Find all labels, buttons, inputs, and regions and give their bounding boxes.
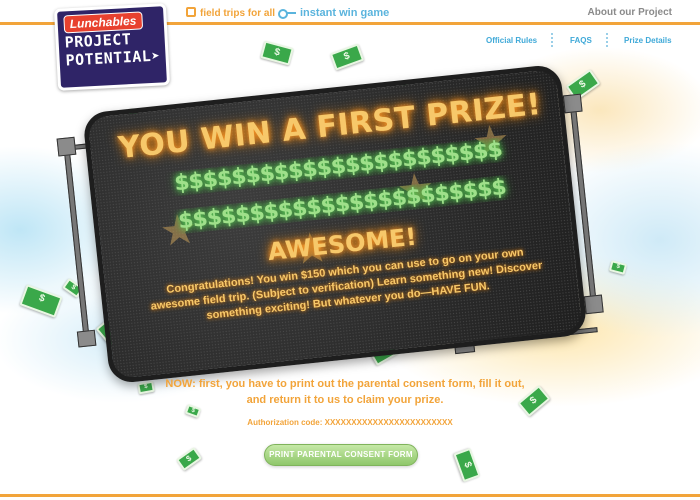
subnav-divider (551, 33, 553, 47)
logo-line2-text: POTENTIAL (65, 46, 152, 70)
key-icon (278, 9, 296, 19)
nav-instant-win[interactable]: instant win game (278, 7, 389, 19)
nav-field-trips[interactable]: field trips for all (186, 7, 275, 19)
print-consent-form-button[interactable]: PRINT PARENTAL CONSENT FORM (264, 444, 418, 466)
nav-field-trips-label: field trips for all (200, 8, 276, 19)
footer-rule (0, 494, 700, 497)
authorization-code: Authorization code: XXXXXXXXXXXXXXXXXXXX… (247, 418, 453, 427)
bus-icon (186, 7, 196, 17)
nav-instant-win-label: instant win game (300, 7, 390, 19)
arrow-icon: ➤ (150, 48, 161, 65)
board-clamp (562, 93, 583, 114)
logo[interactable]: Lunchables PROJECT POTENTIAL➤ (53, 3, 171, 91)
prize-board: ★ ★ ★ ★ YOU WIN A FIRST PRIZE! $$$$$$$$$… (56, 63, 604, 385)
board-clamp (583, 294, 604, 315)
instructions-text: NOW: first, you have to print out the pa… (165, 378, 525, 406)
prize-board-panel: ★ ★ ★ ★ YOU WIN A FIRST PRIZE! $$$$$$$$$… (82, 63, 588, 385)
subnav-divider (606, 33, 608, 47)
logo-line2: POTENTIAL➤ (65, 46, 161, 71)
link-faqs[interactable]: FAQS (570, 36, 592, 45)
link-prize-details[interactable]: Prize Details (624, 36, 672, 45)
board-clamp (76, 329, 97, 348)
link-official-rules[interactable]: Official Rules (486, 36, 537, 45)
nav-about[interactable]: About our Project (588, 7, 672, 18)
board-clamp (56, 136, 77, 157)
